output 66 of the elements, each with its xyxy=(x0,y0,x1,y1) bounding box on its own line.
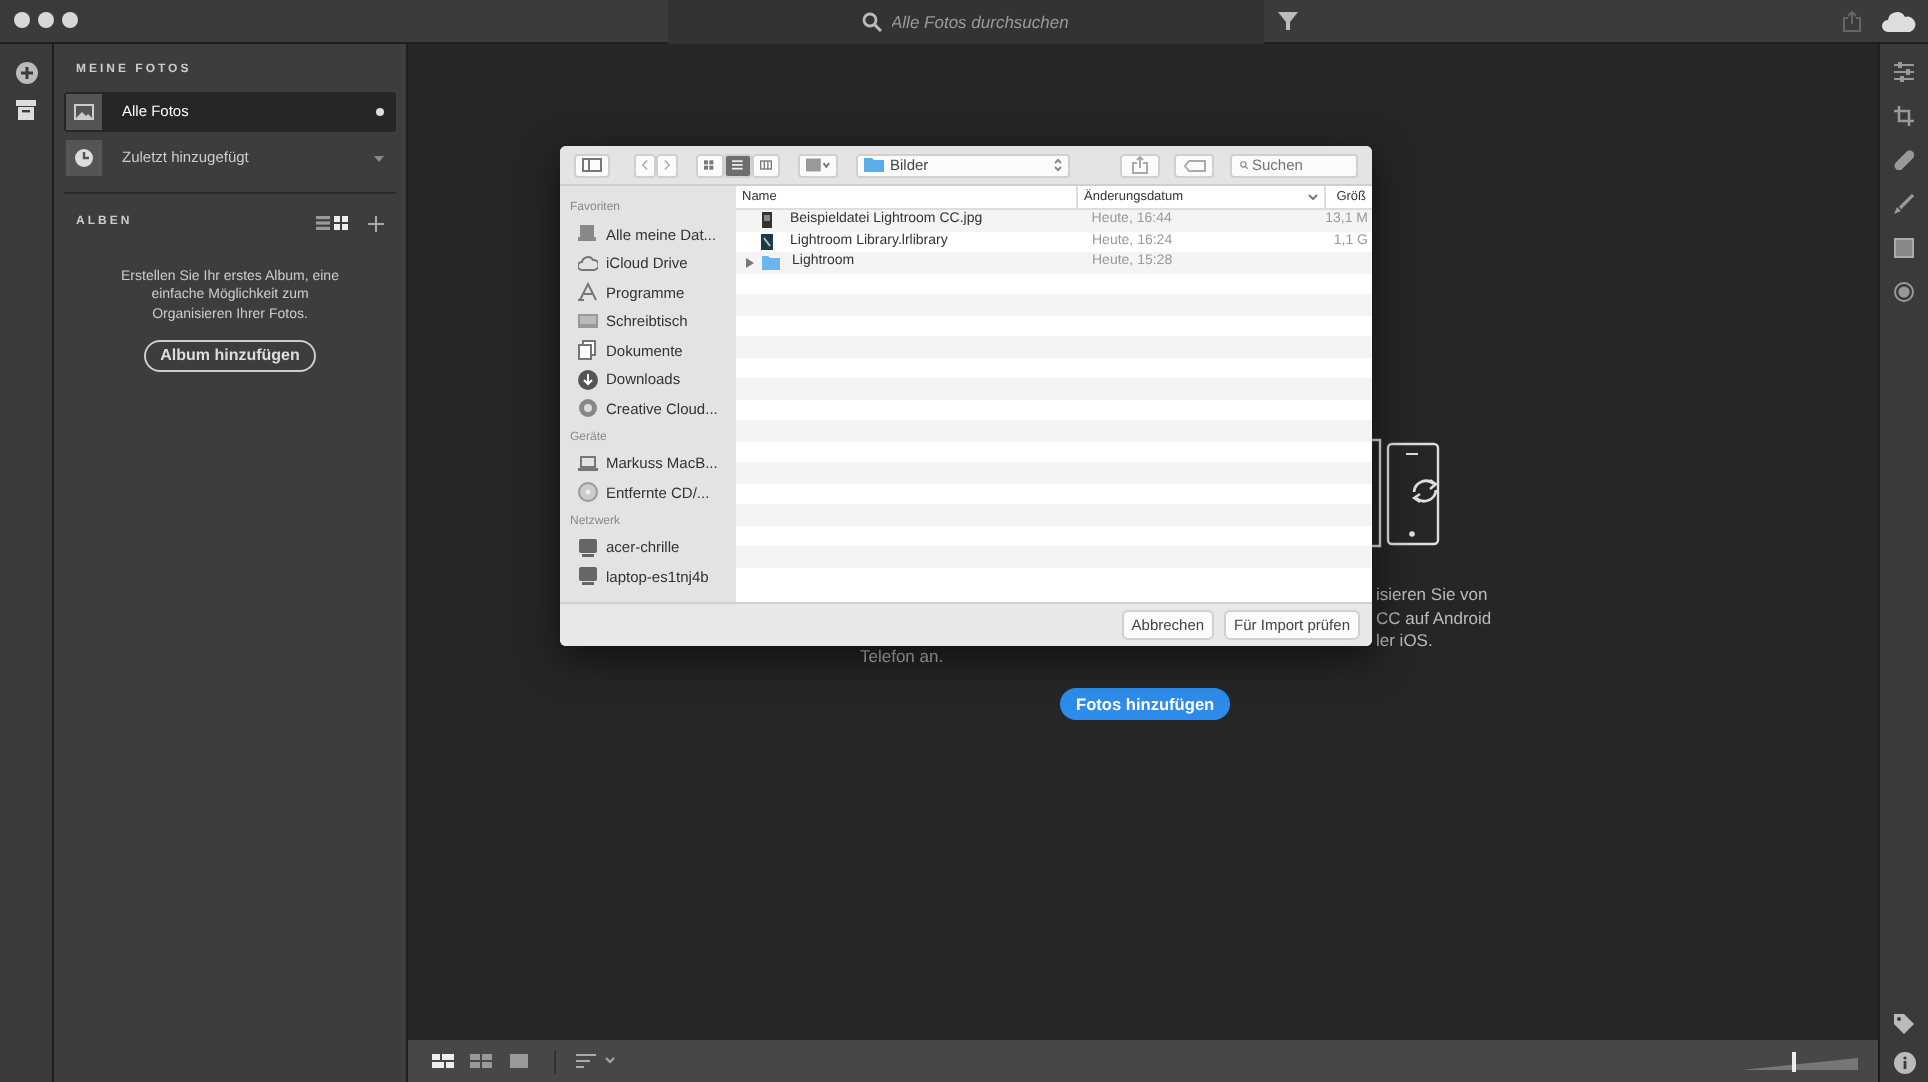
cloud-icon[interactable] xyxy=(1882,10,1916,32)
caret-icon xyxy=(374,155,384,161)
swirl-icon xyxy=(578,398,598,419)
crop-icon[interactable] xyxy=(1894,106,1914,126)
disclosure-icon[interactable] xyxy=(746,257,756,268)
desktop-icon xyxy=(578,311,598,332)
apps-icon xyxy=(578,282,598,303)
window-control-dot[interactable] xyxy=(62,12,78,28)
add-photos-button[interactable]: Fotos hinzufügen xyxy=(1060,688,1231,721)
filter-icon[interactable] xyxy=(1278,12,1298,30)
add-album-button[interactable]: Album hinzufügen xyxy=(144,340,316,373)
slider-thumb[interactable] xyxy=(1792,1051,1797,1071)
zoom-slider[interactable] xyxy=(1742,1051,1858,1071)
image-icon xyxy=(74,102,94,122)
brush-icon[interactable] xyxy=(1894,194,1914,214)
bandage-icon[interactable] xyxy=(1894,150,1914,170)
list-view-icon xyxy=(732,158,744,172)
tag-icon[interactable] xyxy=(1894,1014,1914,1034)
share-icon xyxy=(1132,156,1148,174)
laptop-icon xyxy=(578,453,598,474)
sort-menu-icon[interactable] xyxy=(576,1054,620,1068)
hint-text: Telefon an. xyxy=(860,646,944,669)
add-icon[interactable] xyxy=(15,62,37,84)
folder-icon xyxy=(762,254,780,271)
window-control-dot[interactable] xyxy=(14,12,30,28)
updown-icon xyxy=(1054,158,1062,172)
single-view-icon[interactable] xyxy=(508,1054,530,1068)
grid-caret-icon xyxy=(806,158,830,172)
cloud-icon xyxy=(578,253,598,274)
dot-icon xyxy=(376,108,384,116)
back-icon xyxy=(642,158,648,172)
search-icon xyxy=(861,12,881,32)
view-mode-button[interactable] xyxy=(752,153,780,177)
share-button[interactable] xyxy=(1120,153,1160,177)
view-mode-button[interactable] xyxy=(724,153,752,177)
clock-icon xyxy=(74,148,94,168)
drive-icon xyxy=(578,224,598,245)
columns-view-icon xyxy=(760,158,772,172)
sliders-icon[interactable] xyxy=(1894,62,1914,82)
image-file-icon xyxy=(760,212,778,229)
folder-icon xyxy=(864,158,884,172)
info-icon[interactable] xyxy=(1893,1052,1915,1074)
sort-caret-icon xyxy=(1308,194,1318,200)
forward-icon xyxy=(664,158,670,172)
detail-view-icon[interactable] xyxy=(432,1054,454,1068)
window-control-dot[interactable] xyxy=(38,12,54,28)
add-icon[interactable] xyxy=(368,215,384,231)
view-mode-button[interactable] xyxy=(696,153,724,177)
icons-view-icon xyxy=(704,158,716,172)
list-view-icon[interactable] xyxy=(316,216,330,230)
library-file-icon xyxy=(760,233,778,250)
documents-icon xyxy=(578,340,598,361)
search-icon xyxy=(1240,158,1248,172)
computer-icon xyxy=(578,566,598,587)
download-icon xyxy=(578,369,598,390)
tag-button[interactable] xyxy=(1174,153,1214,177)
group-menu-button[interactable] xyxy=(798,153,838,177)
archive-icon[interactable] xyxy=(16,100,36,120)
computer-icon xyxy=(578,537,598,558)
radial-icon[interactable] xyxy=(1894,282,1914,302)
tag-icon xyxy=(1183,159,1205,171)
sidebar-icon xyxy=(582,158,602,172)
sidebar-toggle-button[interactable] xyxy=(574,153,610,177)
hint-text: isieren Sie von CC auf Android ler iOS. xyxy=(1376,584,1492,653)
disc-icon xyxy=(578,482,598,503)
grid-view-icon[interactable] xyxy=(334,216,348,230)
